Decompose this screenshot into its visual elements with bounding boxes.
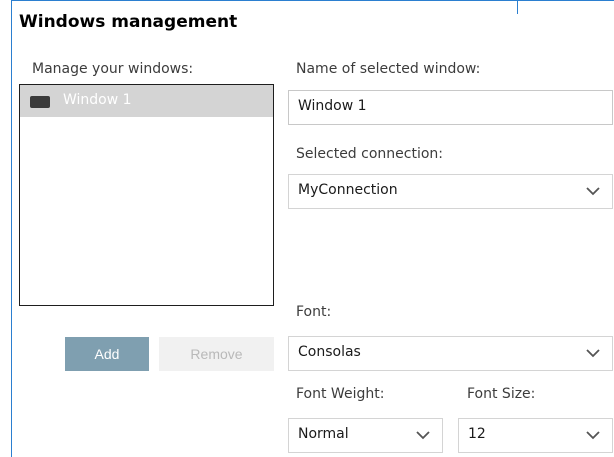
font-weight-select[interactable]: Normal — [288, 418, 443, 453]
chevron-down-icon — [586, 431, 600, 440]
add-window-button[interactable]: Add — [65, 337, 149, 371]
connection-select[interactable]: MyConnection — [288, 174, 613, 209]
window-icon — [30, 96, 50, 108]
remove-window-button[interactable]: Remove — [159, 337, 274, 371]
section-title: Windows management — [19, 12, 238, 32]
font-weight-value: Normal — [298, 426, 349, 442]
list-item-window-1[interactable]: Window 1 — [20, 85, 273, 117]
font-select[interactable]: Consolas — [288, 336, 613, 371]
window-name-value: Window 1 — [298, 98, 367, 114]
connection-value: MyConnection — [298, 182, 398, 198]
selected-connection-label: Selected connection: — [296, 146, 443, 162]
chevron-down-icon — [586, 187, 600, 196]
font-value: Consolas — [298, 344, 361, 360]
font-weight-label: Font Weight: — [296, 386, 385, 402]
window-name-input[interactable]: Window 1 — [288, 90, 613, 125]
panel-border-left — [11, 0, 12, 457]
font-size-select[interactable]: 12 — [458, 418, 613, 453]
list-item-label: Window 1 — [63, 92, 132, 108]
font-size-label: Font Size: — [467, 386, 536, 402]
chevron-down-icon — [586, 349, 600, 358]
window-name-label: Name of selected window: — [296, 61, 481, 77]
windows-listbox[interactable]: Window 1 — [19, 84, 274, 306]
manage-windows-label: Manage your windows: — [32, 61, 194, 77]
windows-management-panel: Windows management Manage your windows: … — [0, 0, 614, 457]
panel-border-divider — [517, 0, 518, 14]
panel-border-top — [11, 0, 614, 1]
chevron-down-icon — [416, 431, 430, 440]
font-size-value: 12 — [468, 426, 486, 442]
font-label: Font: — [296, 304, 332, 320]
